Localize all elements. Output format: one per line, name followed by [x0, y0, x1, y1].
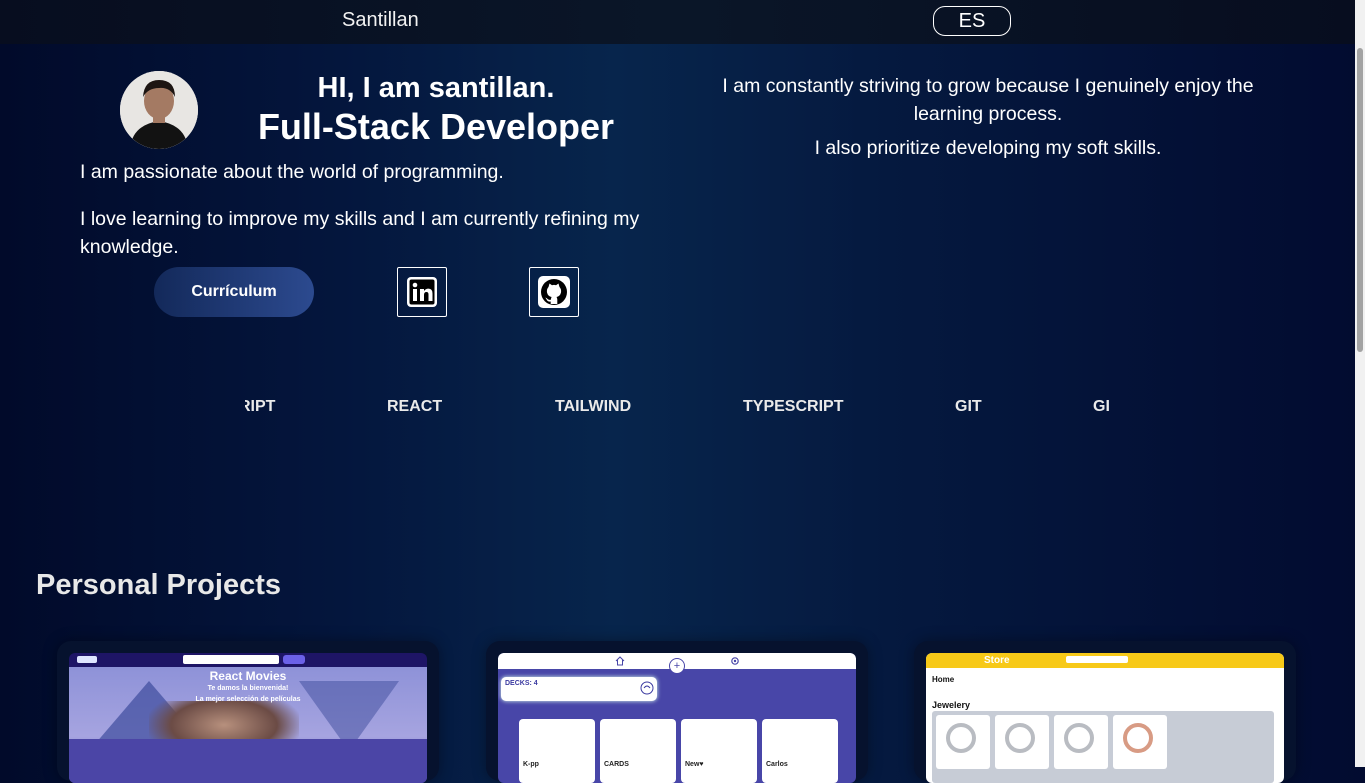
project-card-react-movies[interactable]: React Movies Te damos la bienvenida! La …: [57, 641, 439, 783]
product-item: [995, 715, 1049, 769]
store-brand: Store: [984, 655, 1010, 666]
linkedin-link[interactable]: [397, 267, 447, 317]
movies-navbar: [69, 653, 427, 667]
gear-icon: [731, 657, 739, 665]
deck-card: New♥: [681, 719, 757, 783]
project-screenshot: + DECKS: 4 K-pp CARDS New♥ Carlos: [498, 653, 856, 783]
hero-intro-text-2: I love learning to improve my skills and…: [80, 208, 640, 258]
linkedin-icon: [407, 277, 437, 307]
deck-card: CARDS: [600, 719, 676, 783]
decks-counter-box: DECKS: 4: [501, 677, 657, 701]
hero-greeting: HI, I am santillan.: [317, 72, 555, 104]
project-card-decks[interactable]: + DECKS: 4 K-pp CARDS New♥ Carlos: [486, 641, 868, 783]
profile-avatar: [120, 71, 198, 149]
deck-card: K-pp: [519, 719, 595, 783]
skill-item: TYPESCRIPT: [743, 398, 844, 415]
brain-icon: [640, 681, 654, 695]
add-icon: +: [669, 658, 685, 674]
skill-item: RIPT: [245, 398, 276, 415]
hero-intro-text-1: I am passionate about the world of progr…: [80, 161, 504, 183]
brand-name[interactable]: Santillan: [342, 9, 419, 32]
github-link[interactable]: [529, 267, 579, 317]
projects-section-title: Personal Projects: [36, 569, 281, 601]
page-scrollbar[interactable]: [1355, 0, 1365, 767]
project-screenshot: Store Home Jewelery: [926, 653, 1284, 783]
movies-title: React Movies: [209, 669, 287, 683]
home-icon: [615, 656, 625, 666]
store-navbar: Store: [926, 653, 1284, 668]
movies-subtitle: Te damos la bienvenida!: [207, 685, 289, 692]
movies-hero: React Movies Te damos la bienvenida! La …: [69, 667, 427, 783]
project-card-store[interactable]: Store Home Jewelery: [914, 641, 1296, 783]
hero-about-text-2: I also prioritize developing my soft ski…: [814, 137, 1162, 159]
product-item: [936, 715, 990, 769]
github-icon: [538, 276, 570, 308]
product-item: [1113, 715, 1167, 769]
scrollbar-thumb[interactable]: [1357, 48, 1363, 352]
skills-marquee: RIPT REACT TAILWIND TYPESCRIPT GIT GI: [245, 398, 1109, 422]
hero-role-title: Full-Stack Developer: [257, 106, 615, 147]
curriculum-button[interactable]: Currículum: [154, 267, 314, 317]
top-navbar: Santillan ES: [0, 0, 1355, 44]
hero-about-text-1: I am constantly striving to grow because…: [722, 75, 1254, 125]
project-screenshot: React Movies Te damos la bienvenida! La …: [69, 653, 427, 783]
skill-item: REACT: [387, 398, 443, 415]
decks-counter: DECKS: 4: [505, 680, 538, 687]
movies-subtitle-2: La mejor selección de películas: [195, 696, 301, 703]
deck-card: Carlos: [762, 719, 838, 783]
skill-item: GI: [1093, 398, 1109, 415]
store-home-label: Home: [932, 675, 955, 684]
store-category: Jewelery: [932, 700, 971, 710]
language-toggle-button[interactable]: ES: [933, 6, 1011, 36]
skill-item: TAILWIND: [555, 398, 632, 415]
skill-item: GIT: [955, 398, 982, 415]
product-item: [1054, 715, 1108, 769]
